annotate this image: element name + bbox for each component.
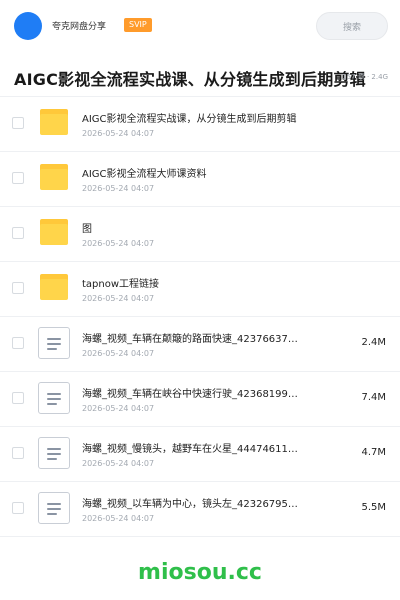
item-date: 2026-05-24 04:07 xyxy=(82,459,155,468)
item-name: AIGC影视全流程实战课，从分镜生成到后期剪辑 xyxy=(82,114,297,125)
row-checkbox[interactable] xyxy=(12,447,24,459)
item-size: 4.7M xyxy=(361,447,386,458)
video-file-icon xyxy=(38,382,70,414)
folder-icon xyxy=(40,274,68,300)
item-size: 2.4M xyxy=(361,337,386,348)
item-name: 海螺_视频_慢镜头，越野车在火星_44474611… xyxy=(82,444,298,455)
list-item[interactable]: 海螺_视频_车辆在颠簸的路面快速_42376637… 2026-05-24 04… xyxy=(0,317,400,372)
list-item[interactable]: tapnow工程链接 2026-05-24 04:07 xyxy=(0,262,400,317)
search-input[interactable]: 搜索 xyxy=(316,12,388,40)
list-item[interactable]: 海螺_视频_车辆在峡谷中快速行驶_42368199… 2026-05-24 04… xyxy=(0,372,400,427)
list-item[interactable]: AIGC影视全流程实战课，从分镜生成到后期剪辑 2026-05-24 04:07 xyxy=(0,97,400,152)
item-name: AIGC影视全流程大师课资料 xyxy=(82,169,207,180)
row-checkbox[interactable] xyxy=(12,337,24,349)
row-checkbox[interactable] xyxy=(12,282,24,294)
item-date: 2026-05-24 04:07 xyxy=(82,129,155,138)
video-file-icon xyxy=(38,327,70,359)
video-file-icon xyxy=(38,437,70,469)
folder-icon xyxy=(40,109,68,135)
item-name: 海螺_视频_车辆在峡谷中快速行驶_42368199… xyxy=(82,389,298,400)
folder-meta: 157 项 · 2.4G xyxy=(342,73,388,81)
list-item[interactable]: AIGC影视全流程大师课资料 2026-05-24 04:07 xyxy=(0,152,400,207)
item-date: 2026-05-24 04:07 xyxy=(82,294,155,303)
item-date: 2026-05-24 04:07 xyxy=(82,349,155,358)
row-checkbox[interactable] xyxy=(12,227,24,239)
file-list: AIGC影视全流程实战课，从分镜生成到后期剪辑 2026-05-24 04:07… xyxy=(0,97,400,537)
share-page: 夸克网盘分享 SVIP 搜索 AIGC影视全流程实战课、从分镜生成到后期剪辑 1… xyxy=(0,0,400,600)
item-name: 图 xyxy=(82,224,92,235)
list-item[interactable]: 海螺_视频_以车辆为中心，镜头左_42326795… 2026-05-24 04… xyxy=(0,482,400,537)
item-name: 海螺_视频_以车辆为中心，镜头左_42326795… xyxy=(82,499,298,510)
row-checkbox[interactable] xyxy=(12,502,24,514)
page-title: AIGC影视全流程实战课、从分镜生成到后期剪辑 xyxy=(14,70,366,89)
item-size: 7.4M xyxy=(361,392,386,403)
row-checkbox[interactable] xyxy=(12,392,24,404)
item-date: 2026-05-24 04:07 xyxy=(82,404,155,413)
item-date: 2026-05-24 04:07 xyxy=(82,184,155,193)
folder-header: AIGC影视全流程实战课、从分镜生成到后期剪辑 157 项 · 2.4G xyxy=(0,58,400,94)
svip-badge: SVIP xyxy=(124,18,152,32)
video-file-icon xyxy=(38,492,70,524)
item-date: 2026-05-24 04:07 xyxy=(82,239,155,248)
item-name: tapnow工程链接 xyxy=(82,279,160,290)
avatar[interactable] xyxy=(14,12,42,40)
list-item[interactable]: 海螺_视频_慢镜头，越野车在火星_44474611… 2026-05-24 04… xyxy=(0,427,400,482)
item-size: 5.5M xyxy=(361,502,386,513)
list-item[interactable]: 图 2026-05-24 04:07 xyxy=(0,207,400,262)
row-checkbox[interactable] xyxy=(12,172,24,184)
row-checkbox[interactable] xyxy=(12,117,24,129)
folder-icon xyxy=(40,164,68,190)
item-name: 海螺_视频_车辆在颠簸的路面快速_42376637… xyxy=(82,334,298,345)
brand-name: 夸克网盘分享 xyxy=(52,22,107,32)
item-date: 2026-05-24 04:07 xyxy=(82,514,155,523)
watermark: miosou.cc xyxy=(138,560,262,585)
folder-icon xyxy=(40,219,68,245)
header: 夸克网盘分享 SVIP 搜索 xyxy=(0,0,400,52)
